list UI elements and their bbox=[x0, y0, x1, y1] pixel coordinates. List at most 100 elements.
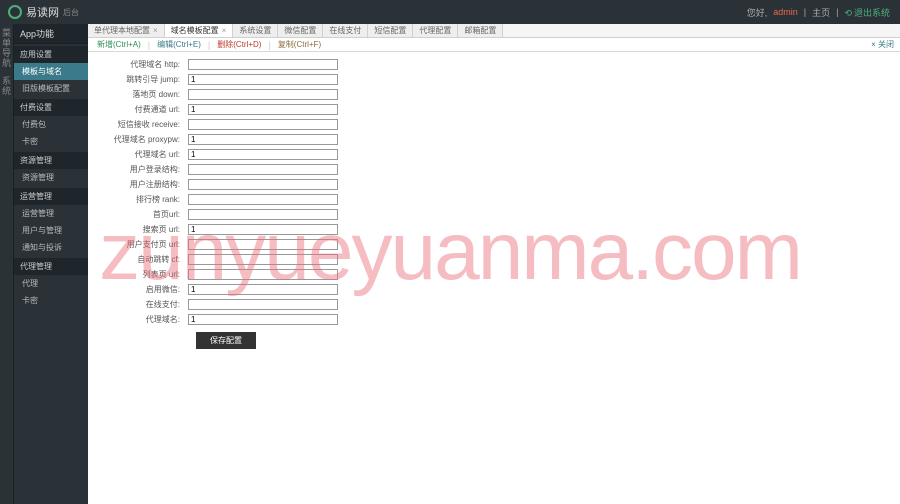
tab[interactable]: 单代理本地配置× bbox=[88, 24, 165, 37]
form-row: 代理域名 http: bbox=[98, 58, 890, 71]
header: 易读网 后台 您好, admin | 主页 | 退出系统 bbox=[0, 0, 900, 24]
form-row: 列表页 url: bbox=[98, 268, 890, 281]
form-row: 在线支付: bbox=[98, 298, 890, 311]
form-row: 排行榜 rank: bbox=[98, 193, 890, 206]
field-label: 用户支付页 url: bbox=[98, 239, 188, 250]
text-input[interactable] bbox=[188, 209, 338, 220]
text-input[interactable] bbox=[188, 59, 338, 70]
tab[interactable]: 系统设置 bbox=[233, 24, 278, 37]
header-right: 您好, admin | 主页 | 退出系统 bbox=[747, 6, 900, 19]
field-label: 在线支付: bbox=[98, 299, 188, 310]
sidebar-item[interactable]: 旧版模板配置 bbox=[14, 80, 88, 97]
form-row: 用户注册结构: bbox=[98, 178, 890, 191]
tab-bar: 单代理本地配置×域名模板配置×系统设置微信配置在线支付短信配置代理配置邮箱配置 bbox=[88, 24, 900, 38]
tab[interactable]: 在线支付 bbox=[323, 24, 368, 37]
submit-button[interactable]: 保存配置 bbox=[196, 332, 256, 349]
text-input[interactable] bbox=[188, 179, 338, 190]
close-icon[interactable]: × bbox=[153, 26, 158, 35]
sidebar-item[interactable]: 卡密 bbox=[14, 292, 88, 309]
field-label: 搜索页 url: bbox=[98, 224, 188, 235]
text-input[interactable] bbox=[188, 119, 338, 130]
field-label: 付费通道 url: bbox=[98, 104, 188, 115]
sidebar-item[interactable]: 模板与域名 bbox=[14, 63, 88, 80]
delete-button[interactable]: 删除(Ctrl+D) bbox=[214, 39, 264, 50]
greeting: 您好, bbox=[747, 6, 768, 19]
rail-item[interactable]: 系统 bbox=[0, 76, 13, 96]
sidebar-head: App功能 bbox=[14, 24, 88, 44]
sidebar-item[interactable]: 卡密 bbox=[14, 133, 88, 150]
home-link[interactable]: 主页 bbox=[812, 6, 830, 19]
edit-button[interactable]: 编辑(Ctrl+E) bbox=[154, 39, 204, 50]
sidebar-group[interactable]: 付费设置 bbox=[14, 99, 88, 116]
sidebar-group[interactable]: 资源管理 bbox=[14, 152, 88, 169]
form-row: 短信接收 receive: bbox=[98, 118, 890, 131]
form-row: 代理域名 url: bbox=[98, 148, 890, 161]
text-input[interactable] bbox=[188, 149, 338, 160]
form-row: 跳转引导 jump: bbox=[98, 73, 890, 86]
add-button[interactable]: 新增(Ctrl+A) bbox=[94, 39, 144, 50]
sidebar-group[interactable]: 代理管理 bbox=[14, 258, 88, 275]
form-row: 落地页 down: bbox=[98, 88, 890, 101]
field-label: 自动跳转 cf: bbox=[98, 254, 188, 265]
tab[interactable]: 短信配置 bbox=[368, 24, 413, 37]
form-row: 启用微信: bbox=[98, 283, 890, 296]
form-row: 搜索页 url: bbox=[98, 223, 890, 236]
logo-suffix: 后台 bbox=[63, 7, 79, 18]
tab[interactable]: 微信配置 bbox=[278, 24, 323, 37]
field-label: 用户登录结构: bbox=[98, 164, 188, 175]
sidebar-item[interactable]: 用户与管理 bbox=[14, 222, 88, 239]
text-input[interactable] bbox=[188, 254, 338, 265]
form-row: 首页url: bbox=[98, 208, 890, 221]
tab[interactable]: 代理配置 bbox=[413, 24, 458, 37]
logo-text: 易读网 bbox=[26, 4, 59, 20]
text-input[interactable] bbox=[188, 314, 338, 325]
form-row: 用户登录结构: bbox=[98, 163, 890, 176]
text-input[interactable] bbox=[188, 164, 338, 175]
logo: 易读网 后台 bbox=[0, 4, 87, 20]
form-area: 代理域名 http: 跳转引导 jump: 落地页 down: 付费通道 url: 短信… bbox=[88, 52, 900, 504]
sidebar-item[interactable]: 通知与投诉 bbox=[14, 239, 88, 256]
text-input[interactable] bbox=[188, 104, 338, 115]
exit-link[interactable]: 退出系统 bbox=[844, 6, 890, 19]
tab[interactable]: 邮箱配置 bbox=[458, 24, 503, 37]
close-icon[interactable]: × bbox=[222, 26, 227, 35]
sidebar-item[interactable]: 资源管理 bbox=[14, 169, 88, 186]
sidebar-group[interactable]: 运营管理 bbox=[14, 188, 88, 205]
form-row: 代理域名: bbox=[98, 313, 890, 326]
field-label: 代理域名 url: bbox=[98, 149, 188, 160]
field-label: 启用微信: bbox=[98, 284, 188, 295]
sidebar: App功能 应用设置模板与域名旧版模板配置付费设置付费包卡密资源管理资源管理运营… bbox=[14, 24, 88, 504]
sidebar-item[interactable]: 代理 bbox=[14, 275, 88, 292]
text-input[interactable] bbox=[188, 134, 338, 145]
field-label: 列表页 url: bbox=[98, 269, 188, 280]
field-label: 代理域名: bbox=[98, 314, 188, 325]
sidebar-group[interactable]: 应用设置 bbox=[14, 46, 88, 63]
close-panel[interactable]: × 关闭 bbox=[871, 39, 894, 50]
username[interactable]: admin bbox=[773, 7, 798, 17]
text-input[interactable] bbox=[188, 239, 338, 250]
text-input[interactable] bbox=[188, 89, 338, 100]
field-label: 落地页 down: bbox=[98, 89, 188, 100]
sidebar-item[interactable]: 运营管理 bbox=[14, 205, 88, 222]
field-label: 排行榜 rank: bbox=[98, 194, 188, 205]
text-input[interactable] bbox=[188, 194, 338, 205]
field-label: 代理域名 proxypw: bbox=[98, 134, 188, 145]
text-input[interactable] bbox=[188, 224, 338, 235]
action-bar: 新增(Ctrl+A) | 编辑(Ctrl+E) | 删除(Ctrl+D) | 复… bbox=[88, 38, 900, 52]
text-input[interactable] bbox=[188, 74, 338, 85]
tab[interactable]: 域名模板配置× bbox=[165, 24, 234, 37]
field-label: 短信接收 receive: bbox=[98, 119, 188, 130]
logo-icon bbox=[8, 5, 22, 19]
rail-item[interactable]: 菜单导航 bbox=[0, 28, 13, 68]
field-label: 首页url: bbox=[98, 209, 188, 220]
sidebar-item[interactable]: 付费包 bbox=[14, 116, 88, 133]
text-input[interactable] bbox=[188, 299, 338, 310]
form-row: 代理域名 proxypw: bbox=[98, 133, 890, 146]
main: 单代理本地配置×域名模板配置×系统设置微信配置在线支付短信配置代理配置邮箱配置 … bbox=[88, 24, 900, 504]
text-input[interactable] bbox=[188, 284, 338, 295]
field-label: 代理域名 http: bbox=[98, 59, 188, 70]
field-label: 用户注册结构: bbox=[98, 179, 188, 190]
copy-button[interactable]: 复制(Ctrl+F) bbox=[275, 39, 324, 50]
text-input[interactable] bbox=[188, 269, 338, 280]
form-row: 付费通道 url: bbox=[98, 103, 890, 116]
